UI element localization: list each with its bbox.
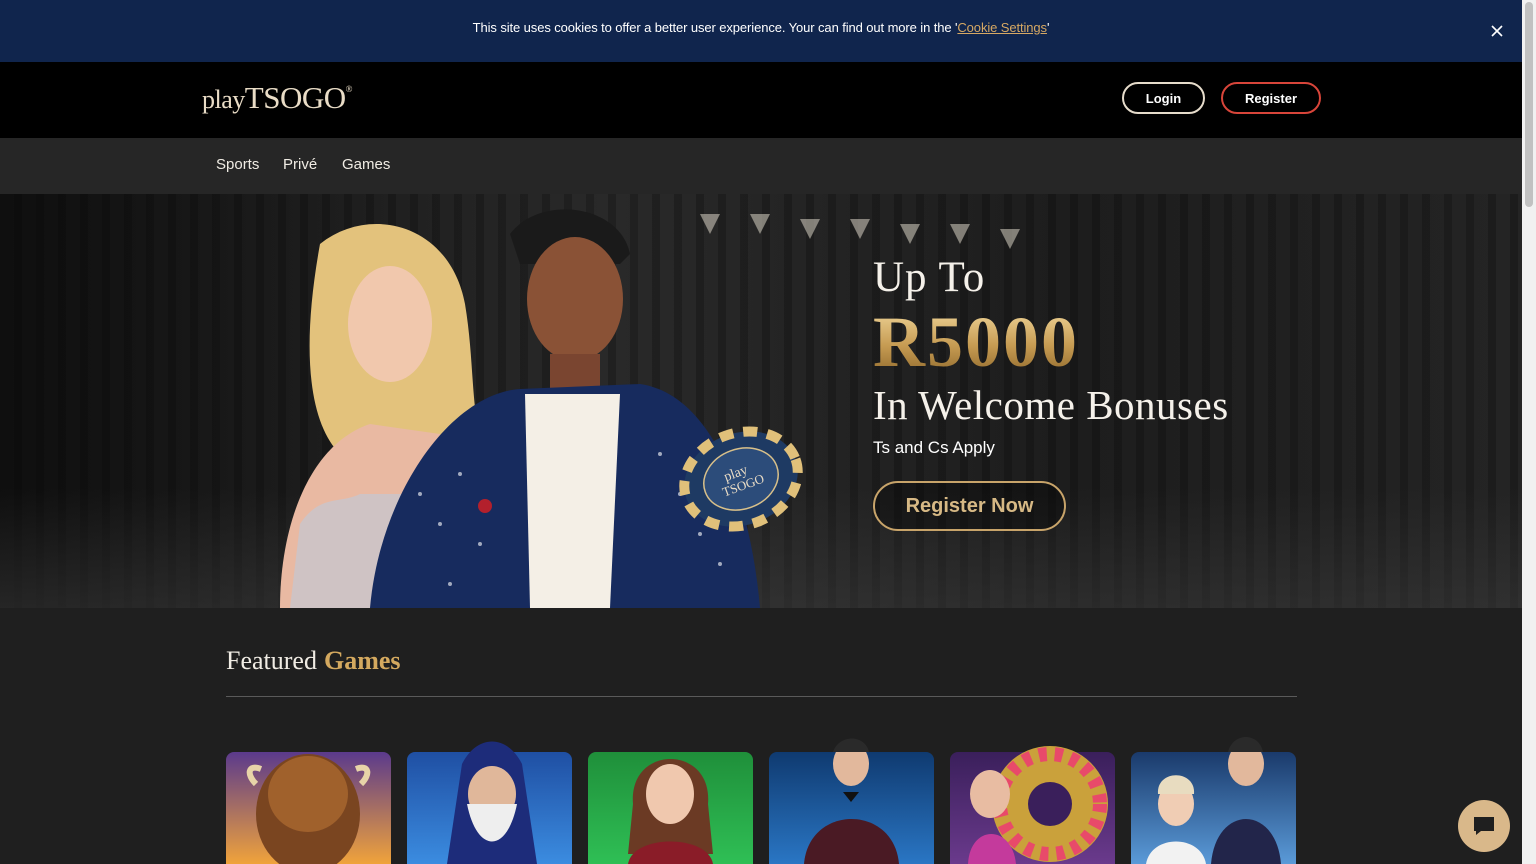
game-card-live-blackjack[interactable] (1131, 737, 1296, 864)
logo-registered-mark: ® (345, 84, 353, 94)
live-dealer-image (628, 759, 713, 864)
cookie-settings-link[interactable]: Cookie Settings (957, 20, 1047, 35)
featured-games-heading: Featured Games (226, 646, 401, 676)
hero-text-block: Up To R5000 In Welcome Bonuses Ts and Cs… (873, 252, 1229, 458)
section-divider (226, 696, 1297, 697)
logo-play-text: play (202, 85, 245, 114)
cookie-banner: This site uses cookies to offer a better… (0, 0, 1522, 62)
nav-item-prive[interactable]: Privé (283, 156, 317, 173)
buffalo-image (246, 754, 371, 864)
scrollbar-thumb[interactable] (1525, 2, 1533, 207)
register-now-button[interactable]: Register Now (873, 481, 1066, 531)
page-scrollbar[interactable] (1522, 0, 1536, 864)
featured-title-accent: Games (323, 646, 401, 675)
hero-heading-line1: Up To (873, 254, 986, 301)
hero-banner[interactable]: play TSOGO Up To R5000 In Welcome Bonuse… (0, 194, 1522, 608)
game-card-wonderland[interactable] (950, 746, 1115, 864)
game-card-wizard[interactable] (407, 741, 572, 864)
site-logo[interactable]: playTSOGO® (202, 80, 352, 116)
game-card-live-host[interactable] (769, 738, 934, 864)
logo-tsogo-text: TSOGO (244, 80, 346, 115)
hero-terms-text: Ts and Cs Apply (873, 438, 995, 457)
nav-item-games[interactable]: Games (342, 156, 390, 173)
cookie-message: This site uses cookies to offer a better… (0, 20, 1522, 35)
close-icon[interactable] (1488, 22, 1506, 40)
chat-icon[interactable] (1458, 800, 1510, 852)
game-card-live-dealer-green[interactable] (588, 752, 753, 864)
login-button[interactable]: Login (1122, 82, 1205, 114)
cookie-text: This site uses cookies to offer a better… (472, 20, 958, 35)
register-button[interactable]: Register (1221, 82, 1321, 114)
main-nav: Sports Privé Games (0, 138, 1522, 194)
hero-bonus-amount: R5000 (873, 304, 1229, 380)
wonderland-wheel-image (968, 746, 1108, 864)
poker-chip-image: play TSOGO (679, 426, 803, 532)
nav-item-sports[interactable]: Sports (216, 156, 259, 173)
live-blackjack-image (1146, 737, 1281, 864)
featured-title-text: Featured (226, 646, 317, 675)
hero-heading-line3: In Welcome Bonuses (873, 382, 1229, 428)
site-header: playTSOGO® Login Register (0, 62, 1522, 138)
wizard-image (447, 741, 537, 864)
live-host-image (804, 738, 899, 864)
hero-people-image (280, 209, 760, 608)
game-card-buffalo[interactable] (226, 752, 391, 864)
cookie-text-end: ' (1046, 20, 1050, 35)
